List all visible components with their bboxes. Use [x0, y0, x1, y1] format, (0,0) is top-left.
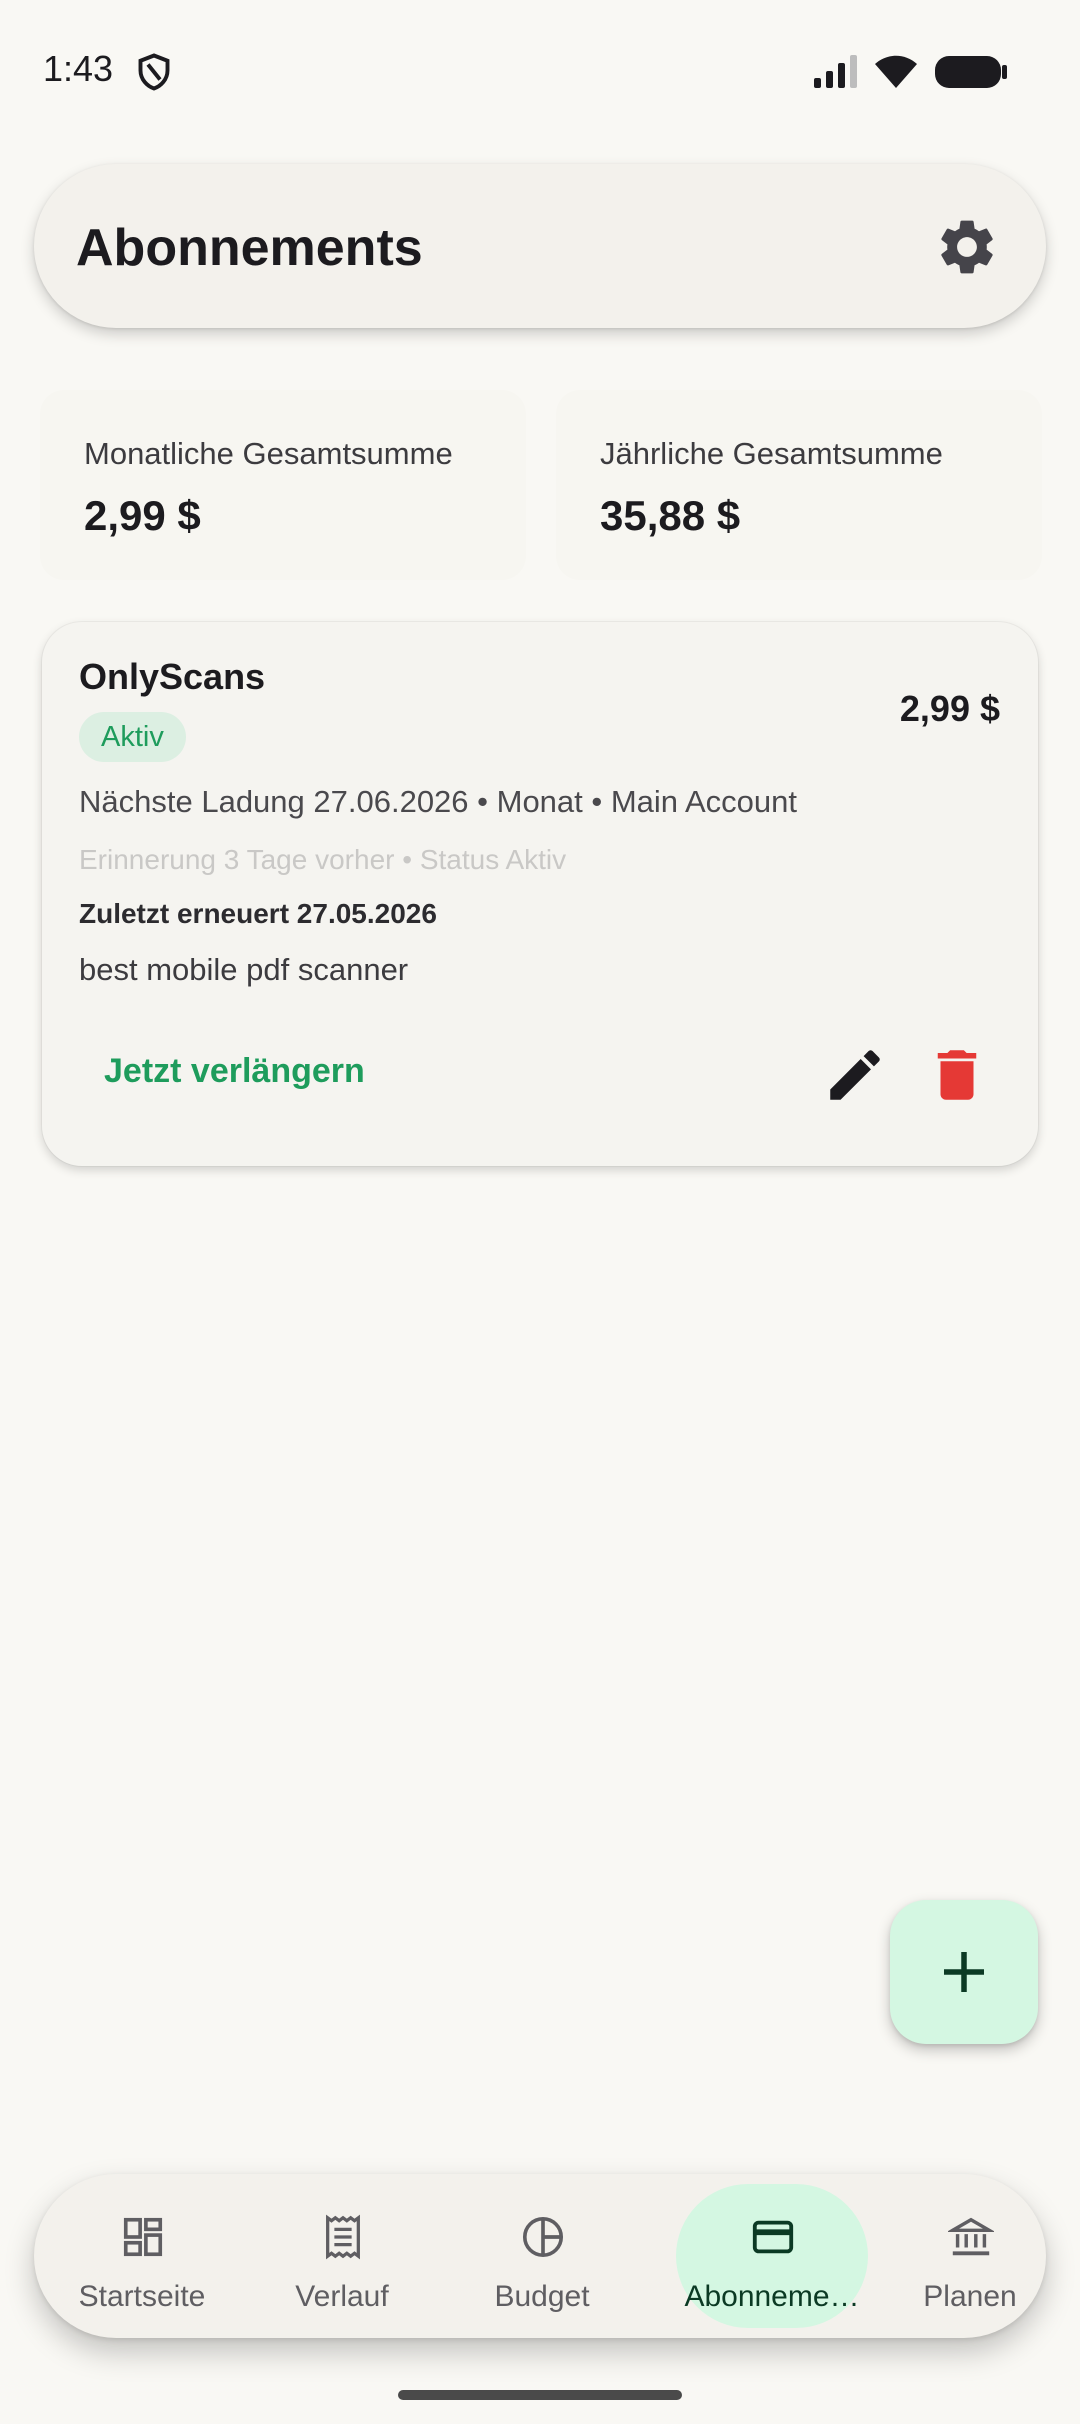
- nav-label-abonnements: Abonneme…: [684, 2280, 860, 2313]
- status-time: 1:43: [43, 48, 114, 89]
- bank-icon: [948, 2217, 994, 2256]
- nav-item-startseite[interactable]: Startseite: [44, 2174, 240, 2338]
- yearly-total-value: 35,88 $: [600, 492, 741, 539]
- last-renewed-info: Zuletzt erneuert 27.05.2026: [79, 898, 437, 929]
- next-charge-info: Nächste Ladung 27.06.2026 • Monat • Main…: [79, 784, 797, 819]
- shield-icon: [138, 53, 170, 91]
- subscription-description: best mobile pdf scanner: [79, 952, 409, 987]
- renew-now-button[interactable]: Jetzt verlängern: [104, 1052, 365, 1091]
- add-subscription-fab[interactable]: [890, 1900, 1038, 2044]
- monthly-total-card: Monatliche Gesamtsumme 2,99 $: [40, 390, 526, 580]
- wifi-icon: [875, 55, 917, 88]
- delete-trash-icon[interactable]: [924, 1042, 990, 1108]
- battery-icon: [935, 56, 1007, 88]
- yearly-total-card: Jährliche Gesamtsumme 35,88 $: [556, 390, 1042, 580]
- signal-icon: [814, 55, 857, 88]
- page-title: Abonnements: [76, 219, 423, 277]
- status-bar: 1:43: [0, 0, 1080, 140]
- nav-label-planen: Planen: [923, 2280, 1017, 2313]
- monthly-total-value: 2,99 $: [84, 492, 201, 539]
- nav-label-verlauf: Verlauf: [295, 2280, 389, 2313]
- home-indicator[interactable]: [398, 2390, 682, 2400]
- nav-item-verlauf[interactable]: Verlauf: [244, 2174, 440, 2338]
- nav-item-budget[interactable]: Budget: [444, 2174, 640, 2338]
- credit-card-icon: [752, 2220, 794, 2254]
- settings-gear-icon[interactable]: [934, 214, 1000, 280]
- status-badge: Aktiv: [79, 712, 186, 762]
- nav-label-budget: Budget: [494, 2280, 590, 2313]
- plus-icon: [944, 1952, 984, 1992]
- receipt-icon: [326, 2214, 360, 2260]
- subscription-name: OnlyScans: [79, 656, 266, 697]
- top-app-bar: Abonnements: [34, 164, 1046, 328]
- nav-item-abonnements[interactable]: Abonneme…: [674, 2174, 870, 2338]
- subscription-price: 2,99 $: [899, 688, 1000, 729]
- yearly-total-label: Jährliche Gesamtsumme: [600, 436, 943, 471]
- nav-item-planen[interactable]: Planen: [872, 2174, 1068, 2338]
- edit-pencil-icon[interactable]: [822, 1042, 888, 1108]
- pie-chart-icon: [522, 2216, 564, 2258]
- monthly-total-label: Monatliche Gesamtsumme: [84, 436, 453, 471]
- bottom-navigation: Startseite Verlauf Budget Abonneme… Plan…: [34, 2174, 1046, 2338]
- nav-label-startseite: Startseite: [78, 2280, 206, 2313]
- dashboard-icon: [123, 2217, 163, 2257]
- reminder-info: Erinnerung 3 Tage vorher • Status Aktiv: [79, 844, 567, 875]
- subscription-card[interactable]: OnlyScans 2,99 $ Aktiv Nächste Ladung 27…: [42, 622, 1038, 1166]
